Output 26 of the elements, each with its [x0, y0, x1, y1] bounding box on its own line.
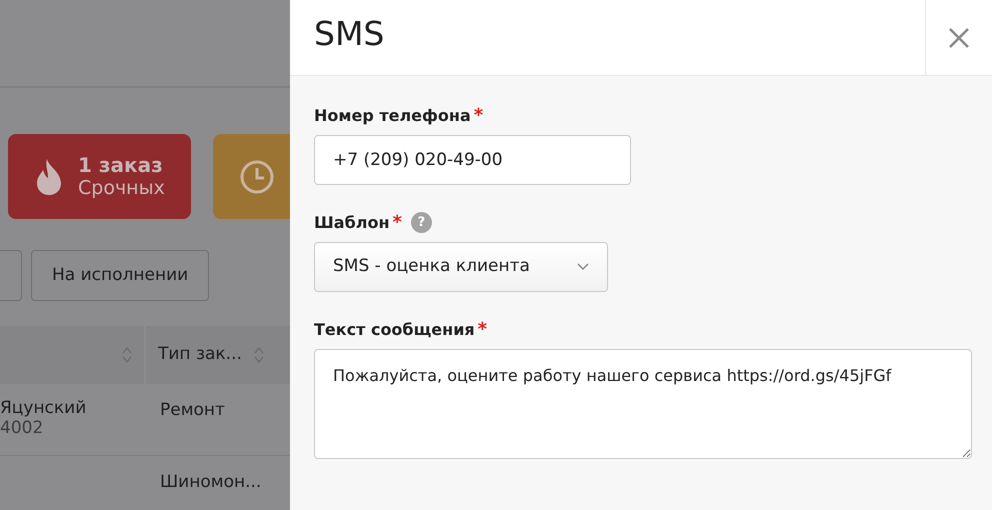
column-header[interactable]: Тип зак... [158, 342, 242, 368]
sort-icon[interactable] [122, 346, 132, 364]
clock-icon [239, 158, 275, 194]
dialog-title: SMS [313, 13, 384, 55]
help-icon[interactable]: ? [410, 212, 432, 233]
table-cell-text: Шиномон... [159, 471, 262, 494]
field-label: Шаблон [314, 212, 390, 234]
card-subtitle: Срочных [78, 177, 165, 200]
client-name: Яцунский [0, 398, 88, 418]
required-mark: * [474, 104, 484, 128]
template-select[interactable]: SMS - оценка клиента [314, 242, 608, 292]
summary-card[interactable]: 1 заказ Срочных [8, 134, 191, 219]
field-label: Номер телефона [314, 104, 471, 126]
message-field[interactable]: Пожалуйста, оцените работу нашего сервиса https://ord.gs/45jFGf [314, 349, 972, 459]
filter-button[interactable]: На исполнении [31, 250, 210, 301]
table-cell-text: Ремонт [159, 399, 226, 422]
required-mark: * [478, 318, 488, 342]
flame-icon [34, 158, 64, 196]
required-mark: * [392, 211, 402, 235]
close-icon[interactable] [948, 26, 970, 48]
chevron-icon [577, 263, 589, 271]
card-title: 1 заказ [78, 153, 164, 178]
sort-icon[interactable] [254, 346, 264, 364]
order-number: 4002 [0, 418, 44, 439]
phone-field[interactable]: +7 (209) 020-49-00 [314, 135, 631, 185]
field-label: Текст сообщения [314, 318, 475, 340]
